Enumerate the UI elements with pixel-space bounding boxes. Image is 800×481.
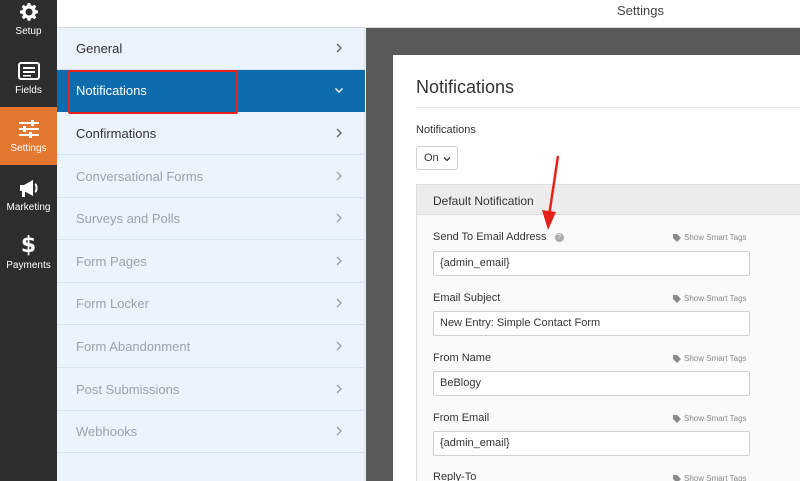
notifications-select-value: On (424, 152, 439, 164)
smart-tags-text: Show Smart Tags (684, 474, 747, 481)
fields-list-icon (17, 60, 40, 82)
tag-icon (673, 233, 681, 242)
from-email-input[interactable]: {admin_email} (433, 431, 750, 456)
default-notification-box: Default Notification Send To Email Addre… (416, 184, 800, 481)
panel-item-label: Form Pages (76, 254, 147, 269)
tag-icon (673, 354, 681, 363)
panel-item-general[interactable]: General (57, 28, 365, 70)
page-title: Settings (617, 3, 664, 18)
toolbar-fields[interactable]: Fields (0, 49, 57, 107)
from-name-label: From Name (433, 352, 492, 364)
panel-item-conversational-forms[interactable]: Conversational Forms (57, 156, 365, 198)
panel-item-label: Webhooks (76, 424, 138, 439)
top-header: Settings (57, 0, 800, 28)
builder-toolbar: Setup Fields Settings Marketing $ Paymen… (0, 0, 57, 481)
send-to-label: Send To Email Address? (433, 231, 564, 243)
from-name-input[interactable]: BeBlogy (433, 371, 750, 396)
tag-icon (673, 414, 681, 423)
gear-icon (18, 1, 40, 23)
chevron-right-icon (336, 426, 342, 436)
chevron-right-icon (336, 341, 342, 351)
tag-icon (673, 294, 681, 303)
smart-tags-text: Show Smart Tags (684, 414, 747, 423)
from-email-value: {admin_email} (440, 437, 510, 449)
megaphone-icon (18, 177, 40, 199)
panel-item-confirmations[interactable]: Confirmations (57, 113, 365, 155)
panel-item-webhooks[interactable]: Webhooks (57, 411, 365, 453)
sliders-icon (18, 118, 40, 140)
toolbar-label: Setup (15, 26, 42, 37)
panel-item-label: Conversational Forms (76, 169, 204, 184)
tag-icon (673, 474, 681, 481)
from-email-label: From Email (433, 412, 490, 424)
toolbar-marketing[interactable]: Marketing (0, 166, 57, 224)
smart-tags-text: Show Smart Tags (684, 233, 747, 242)
title-divider (416, 107, 800, 108)
chevron-right-icon (336, 128, 342, 138)
panel-item-label: General (76, 41, 123, 56)
default-notification-header[interactable]: Default Notification (417, 185, 800, 215)
panel-item-form-locker[interactable]: Form Locker (57, 283, 365, 325)
reply-to-label: Reply-To (433, 471, 477, 481)
send-to-email-input[interactable]: {admin_email} (433, 251, 750, 276)
show-smart-tags-link[interactable]: Show Smart Tags (673, 354, 747, 363)
show-smart-tags-link[interactable]: Show Smart Tags (673, 294, 747, 303)
panel-item-label: Confirmations (76, 126, 157, 141)
email-subject-label: Email Subject (433, 292, 501, 304)
email-subject-input[interactable]: New Entry: Simple Contact Form (433, 311, 750, 336)
dollar-icon: $ (20, 233, 37, 258)
toolbar-payments[interactable]: $ Payments (0, 224, 57, 282)
panel-item-label: Form Abandonment (76, 339, 191, 354)
section-title: Notifications (416, 77, 515, 97)
chevron-right-icon (336, 256, 342, 266)
panel-item-post-submissions[interactable]: Post Submissions (57, 369, 365, 411)
panel-item-notifications[interactable]: Notifications (57, 70, 365, 112)
toolbar-label: Settings (10, 143, 47, 154)
chevron-right-icon (336, 298, 342, 308)
from-name-value: BeBlogy (440, 377, 481, 389)
smart-tags-text: Show Smart Tags (684, 294, 747, 303)
toolbar-setup[interactable]: Setup (0, 0, 57, 48)
show-smart-tags-link[interactable]: Show Smart Tags (673, 474, 747, 481)
settings-panel: General Notifications Confirmations Conv… (57, 28, 365, 481)
chevron-right-icon (336, 384, 342, 394)
panel-item-label: Post Submissions (76, 382, 180, 397)
chevron-right-icon (336, 213, 342, 223)
panel-item-surveys-polls[interactable]: Surveys and Polls (57, 198, 365, 240)
notifications-card: Notifications Notifications On Default N… (393, 55, 800, 481)
notifications-select[interactable]: On (416, 146, 458, 170)
default-notification-heading: Default Notification (433, 194, 534, 208)
email-subject-value: New Entry: Simple Contact Form (440, 317, 601, 329)
toolbar-label: Payments (6, 260, 51, 271)
toolbar-label: Fields (15, 85, 42, 96)
toolbar-settings[interactable]: Settings (0, 107, 57, 165)
send-to-email-value: {admin_email} (440, 257, 510, 269)
panel-item-label: Surveys and Polls (76, 211, 181, 226)
panel-item-form-pages[interactable]: Form Pages (57, 241, 365, 283)
panel-item-label: Form Locker (76, 296, 149, 311)
notifications-toggle-label: Notifications (416, 124, 476, 136)
panel-item-label: Notifications (76, 83, 147, 98)
smart-tags-text: Show Smart Tags (684, 354, 747, 363)
chevron-right-icon (336, 43, 342, 53)
help-icon[interactable]: ? (554, 232, 564, 242)
panel-item-form-abandonment[interactable]: Form Abandonment (57, 326, 365, 368)
chevron-down-icon (335, 88, 343, 93)
show-smart-tags-link[interactable]: Show Smart Tags (673, 233, 747, 242)
chevron-right-icon (336, 171, 342, 181)
chevron-down-icon (443, 157, 451, 162)
toolbar-label: Marketing (6, 202, 51, 213)
send-to-label-text: Send To Email Address (433, 231, 547, 243)
show-smart-tags-link[interactable]: Show Smart Tags (673, 414, 747, 423)
